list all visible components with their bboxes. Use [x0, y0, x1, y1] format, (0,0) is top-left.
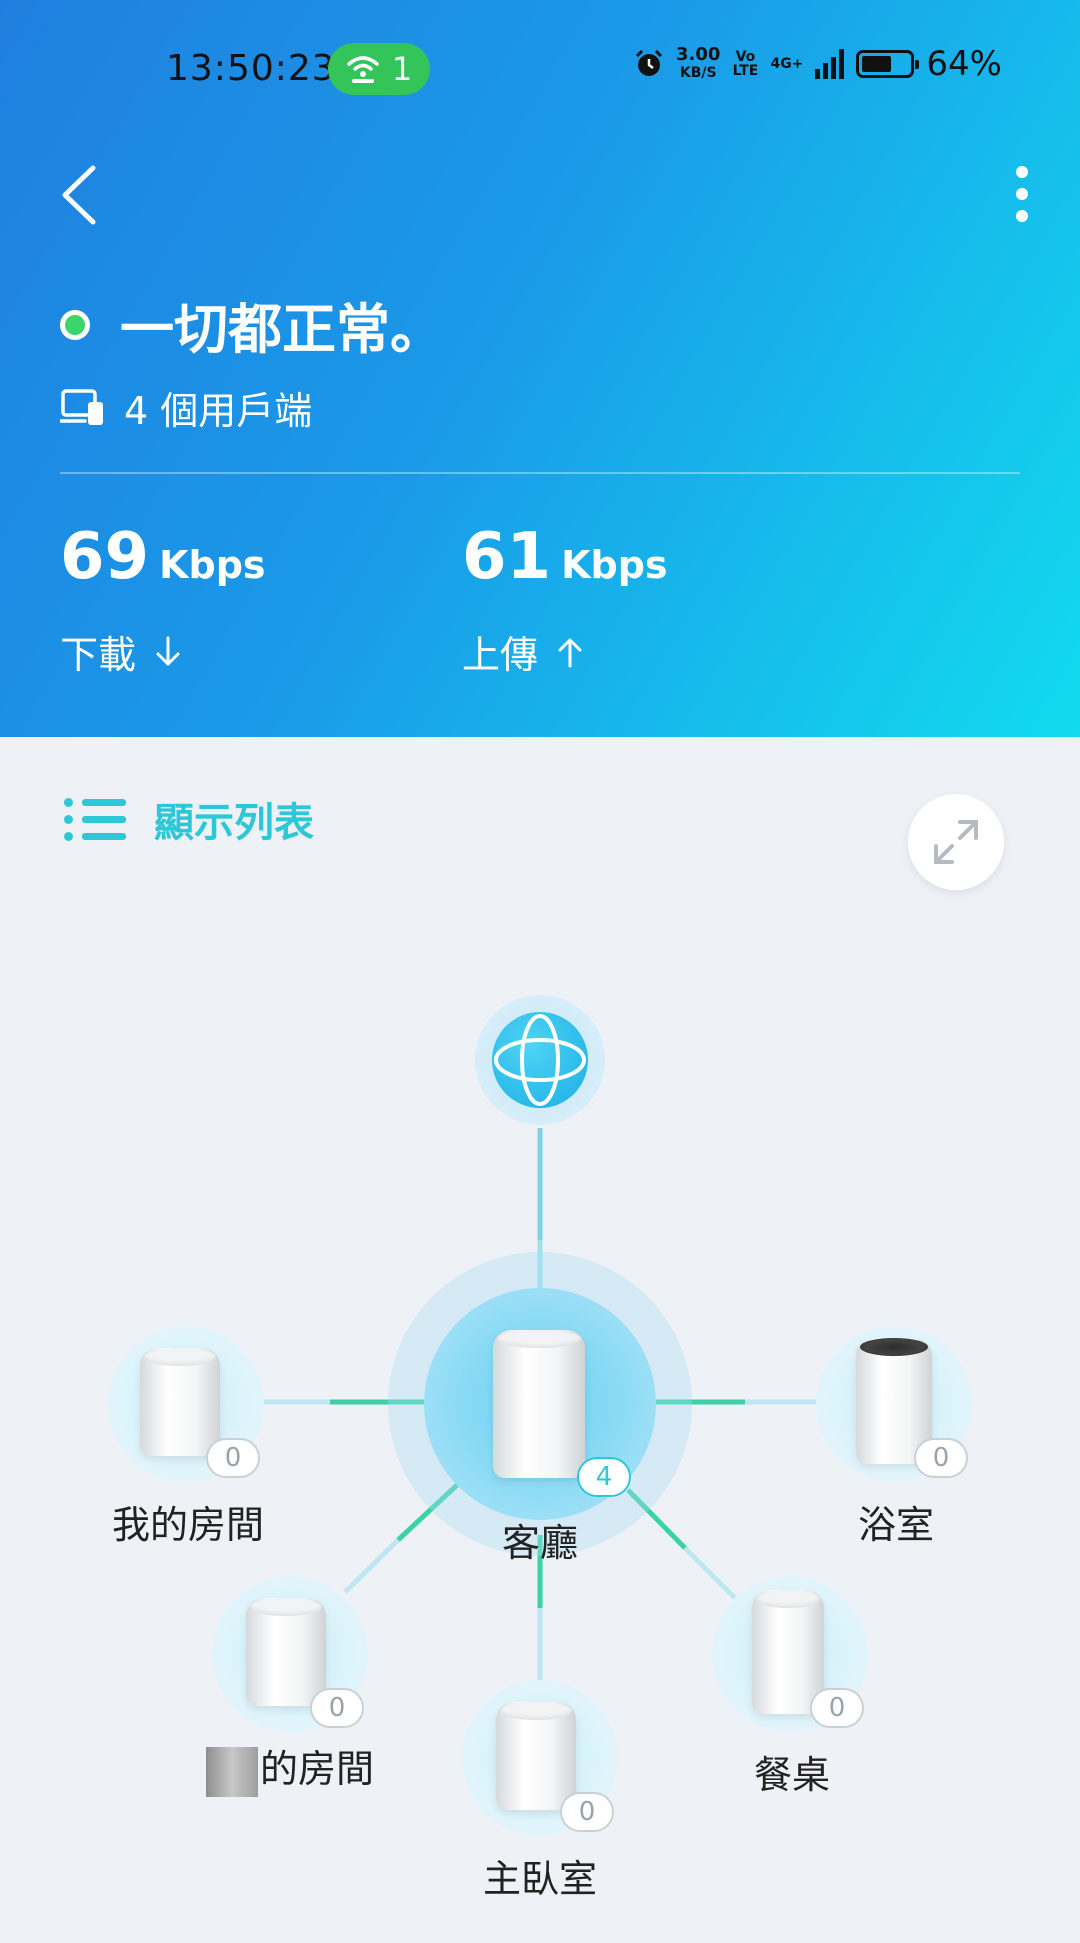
hub-label: 客廳	[501, 1521, 578, 1565]
node-label: 我的房間	[111, 1503, 264, 1547]
node-client-badge: 0	[914, 1438, 968, 1478]
router-icon	[493, 1330, 585, 1478]
node-label: 的房間	[259, 1747, 374, 1791]
globe-icon	[492, 1012, 588, 1108]
redacted-text	[205, 1746, 258, 1797]
node-label: 浴室	[857, 1503, 934, 1547]
node-client-badge: 0	[206, 1438, 260, 1478]
internet-node[interactable]	[475, 995, 605, 1125]
node-label-blurred: 的房間	[170, 1738, 410, 1797]
topology-links	[262, 1128, 818, 1680]
router-icon	[246, 1598, 326, 1706]
node-client-badge: 0	[810, 1688, 864, 1728]
router-icon	[140, 1348, 220, 1456]
node-label: 餐桌	[753, 1753, 830, 1797]
node-client-badge: 0	[310, 1688, 364, 1728]
router-icon	[496, 1702, 576, 1810]
hub-client-badge: 4	[577, 1457, 631, 1497]
node-client-badge: 0	[560, 1792, 614, 1832]
node-label: 主臥室	[482, 1857, 597, 1901]
